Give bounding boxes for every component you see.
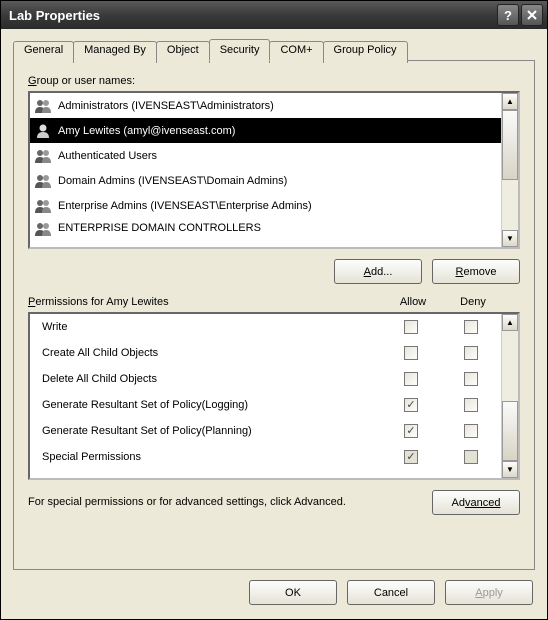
tab-object[interactable]: Object (156, 41, 210, 63)
tab-security[interactable]: Security (209, 39, 271, 61)
list-item[interactable]: ENTERPRISE DOMAIN CONTROLLERS (30, 218, 501, 238)
permissions-for-label: Permissions for Amy Lewites (28, 296, 383, 308)
allow-checkbox[interactable] (404, 372, 418, 386)
list-item[interactable]: Domain Admins (IVENSEAST\Domain Admins) (30, 168, 501, 193)
list-item[interactable]: Enterprise Admins (IVENSEAST\Enterprise … (30, 193, 501, 218)
list-item[interactable]: Amy Lewites (amyl@ivenseast.com) (30, 118, 501, 143)
group-listbox[interactable]: Administrators (IVENSEAST\Administrators… (28, 91, 520, 249)
permission-name: Generate Resultant Set of Policy(Plannin… (42, 425, 381, 437)
scroll-up-icon[interactable]: ▲ (502, 314, 518, 331)
tab-managed-by[interactable]: Managed By (73, 41, 157, 63)
allow-checkbox[interactable] (404, 320, 418, 334)
scroll-down-icon[interactable]: ▼ (502, 230, 518, 247)
allow-checkbox (404, 450, 418, 464)
user-icon (34, 123, 52, 138)
tab-general[interactable]: General (13, 41, 74, 63)
tabstrip: General Managed By Object Security COM+ … (13, 39, 535, 61)
allow-checkbox[interactable] (404, 346, 418, 360)
deny-header: Deny (443, 296, 503, 308)
permission-name: Special Permissions (42, 451, 381, 463)
dialog-button-row: OK Cancel Apply (1, 570, 547, 619)
deny-checkbox[interactable] (464, 372, 478, 386)
deny-checkbox[interactable] (464, 320, 478, 334)
scrollbar[interactable]: ▲ ▼ (501, 93, 518, 247)
list-item-label: Administrators (IVENSEAST\Administrators… (58, 100, 274, 112)
list-item-label: Enterprise Admins (IVENSEAST\Enterprise … (58, 200, 312, 212)
group-icon (34, 221, 52, 236)
scroll-track[interactable] (502, 110, 518, 230)
scroll-up-icon[interactable]: ▲ (502, 93, 518, 110)
group-icon (34, 148, 52, 163)
tab-group-policy[interactable]: Group Policy (323, 41, 408, 63)
ok-button[interactable]: OK (249, 580, 337, 605)
allow-checkbox[interactable] (404, 424, 418, 438)
advanced-button[interactable]: Advanced (432, 490, 520, 515)
scroll-track[interactable] (502, 331, 518, 461)
dialog-content: General Managed By Object Security COM+ … (1, 29, 547, 570)
list-item[interactable]: Administrators (IVENSEAST\Administrators… (30, 93, 501, 118)
scrollbar[interactable]: ▲ ▼ (501, 314, 518, 478)
allow-checkbox[interactable] (404, 398, 418, 412)
help-button[interactable]: ? (497, 4, 519, 26)
permissions-list: Write Create All Child Objects Delete Al… (30, 314, 501, 478)
list-item-label: ENTERPRISE DOMAIN CONTROLLERS (58, 222, 261, 234)
permission-row: Write (30, 314, 501, 340)
permission-name: Write (42, 321, 381, 333)
deny-checkbox[interactable] (464, 424, 478, 438)
permission-row: Generate Resultant Set of Policy(Plannin… (30, 418, 501, 444)
list-item-label: Domain Admins (IVENSEAST\Domain Admins) (58, 175, 287, 187)
deny-checkbox[interactable] (464, 346, 478, 360)
group-icon (34, 198, 52, 213)
permission-name: Generate Resultant Set of Policy(Logging… (42, 399, 381, 411)
permission-row: Delete All Child Objects (30, 366, 501, 392)
permission-row: Special Permissions (30, 444, 501, 470)
cancel-button[interactable]: Cancel (347, 580, 435, 605)
permission-row: Generate Resultant Set of Policy(Logging… (30, 392, 501, 418)
permission-name: Create All Child Objects (42, 347, 381, 359)
tab-page-security: Group or user names: Administrators (IVE… (13, 60, 535, 570)
group-icon (34, 173, 52, 188)
permissions-header: Permissions for Amy Lewites Allow Deny (28, 296, 520, 308)
deny-checkbox (464, 450, 478, 464)
dialog-window: Lab Properties ? General Managed By Obje… (0, 0, 548, 620)
advanced-hint-row: For special permissions or for advanced … (28, 490, 520, 515)
list-item[interactable]: Authenticated Users (30, 143, 501, 168)
group-icon (34, 98, 52, 113)
close-button[interactable] (521, 4, 543, 26)
window-title: Lab Properties (5, 8, 495, 23)
group-names-label: Group or user names: (28, 75, 520, 87)
permissions-listbox: Write Create All Child Objects Delete Al… (28, 312, 520, 480)
permission-name: Delete All Child Objects (42, 373, 381, 385)
scroll-thumb[interactable] (502, 401, 518, 461)
deny-checkbox[interactable] (464, 398, 478, 412)
group-list-items: Administrators (IVENSEAST\Administrators… (30, 93, 501, 247)
tab-com-plus[interactable]: COM+ (269, 41, 323, 63)
allow-header: Allow (383, 296, 443, 308)
close-icon (527, 10, 537, 20)
scroll-down-icon[interactable]: ▼ (502, 461, 518, 478)
apply-button[interactable]: Apply (445, 580, 533, 605)
remove-button[interactable]: Remove (432, 259, 520, 284)
add-button[interactable]: Add... (334, 259, 422, 284)
scroll-thumb[interactable] (502, 110, 518, 180)
list-item-label: Authenticated Users (58, 150, 157, 162)
list-item-label: Amy Lewites (amyl@ivenseast.com) (58, 125, 235, 137)
advanced-hint: For special permissions or for advanced … (28, 495, 432, 509)
add-remove-row: Add... Remove (28, 259, 520, 284)
titlebar: Lab Properties ? (1, 1, 547, 29)
permission-row: Create All Child Objects (30, 340, 501, 366)
